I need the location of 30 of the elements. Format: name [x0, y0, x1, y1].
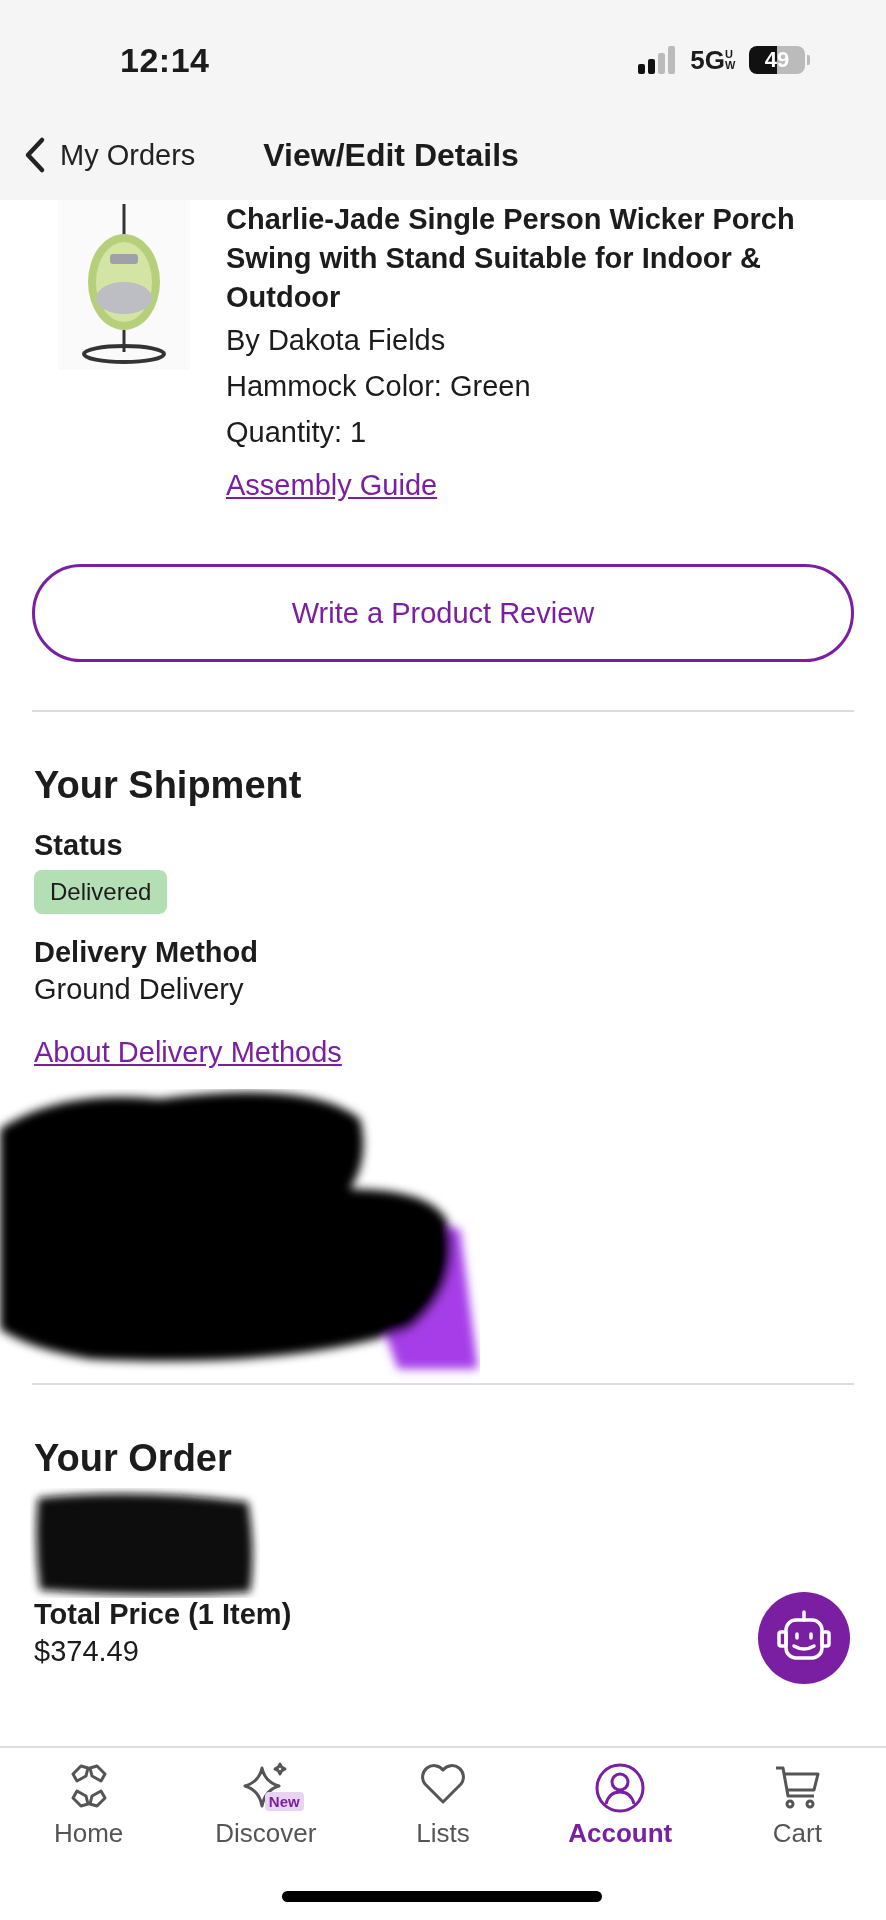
status-label: Status: [34, 829, 123, 862]
section-heading: Your Order: [34, 1437, 232, 1480]
review-button[interactable]: Write a Product Review: [32, 564, 854, 662]
assembly-guide-link[interactable]: Assembly Guide: [226, 469, 438, 502]
total-price-label: Total Price (1 Item): [34, 1598, 292, 1631]
delivery-method-label: Delivery Method: [34, 936, 258, 969]
tab-bar-item[interactable]: New Discover: [177, 1762, 355, 1849]
new-badge: New: [264, 1792, 304, 1811]
status-badge: Delivered: [34, 870, 168, 914]
product-option: Hammock Color: Green: [226, 363, 826, 409]
network-sub-label: UW: [725, 49, 737, 71]
chevron-left-icon: [24, 136, 46, 174]
heart-icon: [419, 1762, 467, 1806]
tab-bar-item[interactable]: Cart: [708, 1762, 886, 1849]
page-title: View/Edit Details: [263, 136, 519, 174]
person-icon: [594, 1762, 647, 1814]
delivery-method-value: Ground Delivery: [34, 973, 244, 1006]
tab-bar-item[interactable]: Account: [531, 1762, 709, 1849]
tab-bar-item[interactable]: Home: [0, 1762, 178, 1849]
network-label: 5G: [690, 44, 725, 76]
clock-time: 12:14: [120, 40, 210, 80]
section-heading: Your Shipment: [34, 764, 302, 807]
battery-level: 49: [749, 46, 805, 74]
tab-bar-item[interactable]: Lists: [354, 1762, 532, 1849]
delivery-methods-link[interactable]: About Delivery Methods: [34, 1036, 342, 1069]
back-button[interactable]: My Orders: [24, 136, 196, 174]
product-title: Charlie-Jade Single Person Wicker Porch Swing with Stand Suitable for Indoor & Outdoor: [226, 202, 796, 315]
product-quantity: Quantity: 1: [226, 415, 368, 450]
product-brand: By Dakota Fields: [226, 323, 447, 358]
total-price-value: $374.49: [34, 1635, 139, 1668]
